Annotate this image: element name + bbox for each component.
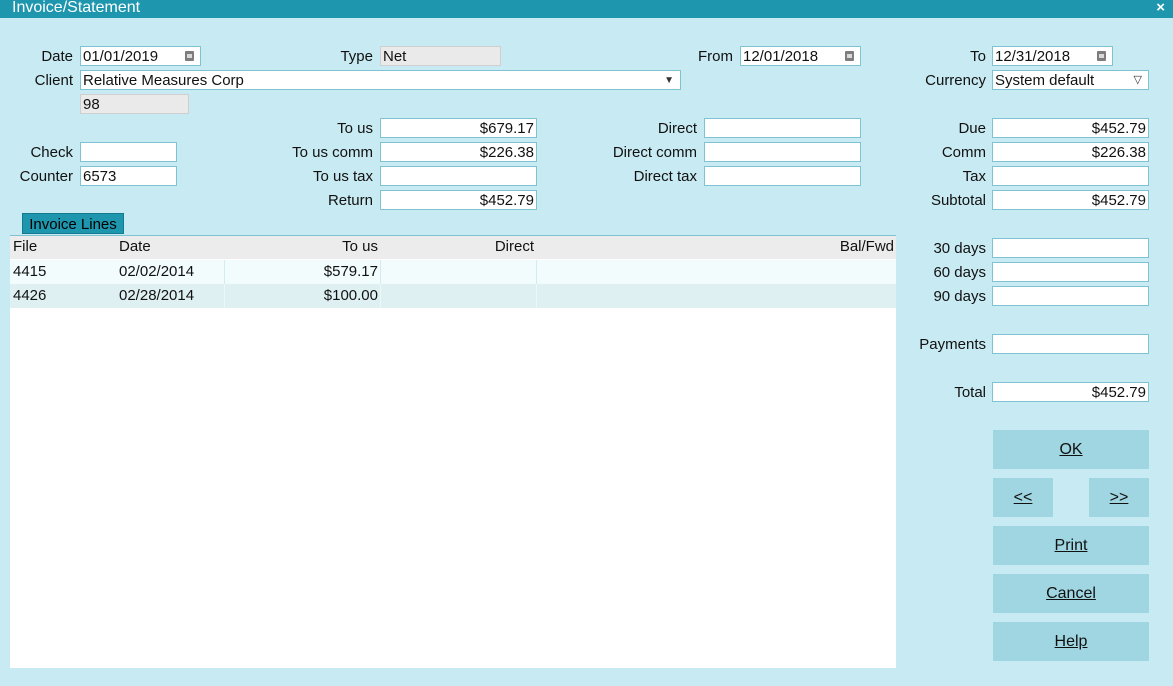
tax-field[interactable] (992, 166, 1149, 186)
help-button[interactable]: Help (993, 622, 1149, 661)
30-days-label: 30 days (933, 240, 986, 257)
return-field[interactable]: $452.79 (380, 190, 537, 210)
table-row[interactable]: 4415 02/02/2014 $579.17 (10, 260, 896, 284)
calendar-icon[interactable] (185, 51, 194, 61)
comm-field[interactable]: $226.38 (992, 142, 1149, 162)
calendar-icon[interactable] (1097, 51, 1106, 61)
cell-divider (380, 284, 381, 308)
due-label: Due (958, 120, 986, 137)
to-us-tax-label: To us tax (312, 168, 373, 185)
direct-comm-label: Direct comm (612, 144, 697, 161)
comm-label: Comm (941, 144, 986, 161)
table-row[interactable]: 4426 02/28/2014 $100.00 (10, 284, 896, 308)
column-header-date[interactable]: Date (119, 238, 151, 255)
cell-date: 02/28/2014 (119, 287, 195, 304)
type-field: Net (380, 46, 501, 66)
date-label: Date (41, 48, 73, 65)
direct-tax-field[interactable] (704, 166, 861, 186)
cell-date: 02/02/2014 (119, 263, 195, 280)
to-us-label: To us (337, 120, 373, 137)
90-days-label: 90 days (933, 288, 986, 305)
client-label: Client (34, 72, 73, 89)
direct-comm-field[interactable] (704, 142, 861, 162)
to-date-field[interactable]: 12/31/2018 (992, 46, 1113, 66)
currency-value: System default (995, 72, 1095, 89)
to-us-tax-field[interactable] (380, 166, 537, 186)
subtotal-field[interactable]: $452.79 (992, 190, 1149, 210)
from-date-field[interactable]: 12/01/2018 (740, 46, 861, 66)
currency-label: Currency (925, 72, 986, 89)
column-header-file[interactable]: File (13, 238, 37, 255)
total-label: Total (954, 384, 986, 401)
from-date-value: 12/01/2018 (743, 48, 819, 65)
cell-divider (380, 260, 381, 284)
window-title: Invoice/Statement (12, 0, 141, 16)
to-us-comm-field[interactable]: $226.38 (380, 142, 537, 162)
close-icon[interactable]: × (1156, 0, 1165, 16)
check-label: Check (30, 144, 73, 161)
cell-divider (224, 260, 225, 284)
ok-button[interactable]: OK (993, 430, 1149, 469)
grid-header: File Date To us Direct Bal/Fwd (10, 236, 896, 259)
client-select[interactable]: Relative Measures Corp ▼ (80, 70, 681, 90)
cell-file: 4426 (13, 287, 47, 304)
direct-field[interactable] (704, 118, 861, 138)
counter-field[interactable]: 6573 (80, 166, 177, 186)
30-days-field[interactable] (992, 238, 1149, 258)
client-value: Relative Measures Corp (83, 72, 244, 89)
to-date-value: 12/31/2018 (995, 48, 1071, 65)
90-days-field[interactable] (992, 286, 1149, 306)
print-button[interactable]: Print (993, 526, 1149, 565)
direct-label: Direct (657, 120, 697, 137)
from-label: From (698, 48, 733, 65)
direct-tax-label: Direct tax (633, 168, 697, 185)
due-field[interactable]: $452.79 (992, 118, 1149, 138)
cell-file: 4415 (13, 263, 47, 280)
to-label: To (970, 48, 986, 65)
column-header-bal-fwd[interactable]: Bal/Fwd (840, 238, 894, 255)
type-label: Type (340, 48, 373, 65)
payments-field[interactable] (992, 334, 1149, 354)
date-field[interactable]: 01/01/2019 (80, 46, 201, 66)
client-code: 98 (80, 94, 189, 114)
cancel-button[interactable]: Cancel (993, 574, 1149, 613)
cell-divider (224, 284, 225, 308)
dropdown-arrow-icon[interactable]: ▼ (664, 71, 674, 89)
60-days-label: 60 days (933, 264, 986, 281)
tax-label: Tax (962, 168, 986, 185)
calendar-icon[interactable] (845, 51, 854, 61)
invoice-lines-grid: File Date To us Direct Bal/Fwd 4415 02/0… (10, 235, 896, 668)
dropdown-arrow-icon[interactable]: ▽ (1134, 71, 1142, 89)
currency-select[interactable]: System default ▽ (992, 70, 1149, 90)
invoice-lines-tab[interactable]: Invoice Lines (22, 213, 124, 234)
column-header-to-us[interactable]: To us (342, 238, 378, 255)
60-days-field[interactable] (992, 262, 1149, 282)
cell-divider (536, 284, 537, 308)
to-us-comm-label: To us comm (292, 144, 373, 161)
cell-to-us: $579.17 (323, 263, 378, 280)
next-button[interactable]: >> (1089, 478, 1149, 517)
payments-label: Payments (919, 336, 986, 353)
cell-to-us: $100.00 (323, 287, 378, 304)
column-header-direct[interactable]: Direct (495, 238, 534, 255)
counter-label: Counter (19, 168, 73, 185)
total-field[interactable]: $452.79 (992, 382, 1149, 402)
date-value: 01/01/2019 (83, 48, 159, 65)
return-label: Return (327, 192, 373, 209)
cell-divider (536, 260, 537, 284)
subtotal-label: Subtotal (930, 192, 986, 209)
previous-button[interactable]: << (993, 478, 1053, 517)
to-us-field[interactable]: $679.17 (380, 118, 537, 138)
title-bar: Invoice/Statement × (0, 0, 1173, 18)
check-field[interactable] (80, 142, 177, 162)
